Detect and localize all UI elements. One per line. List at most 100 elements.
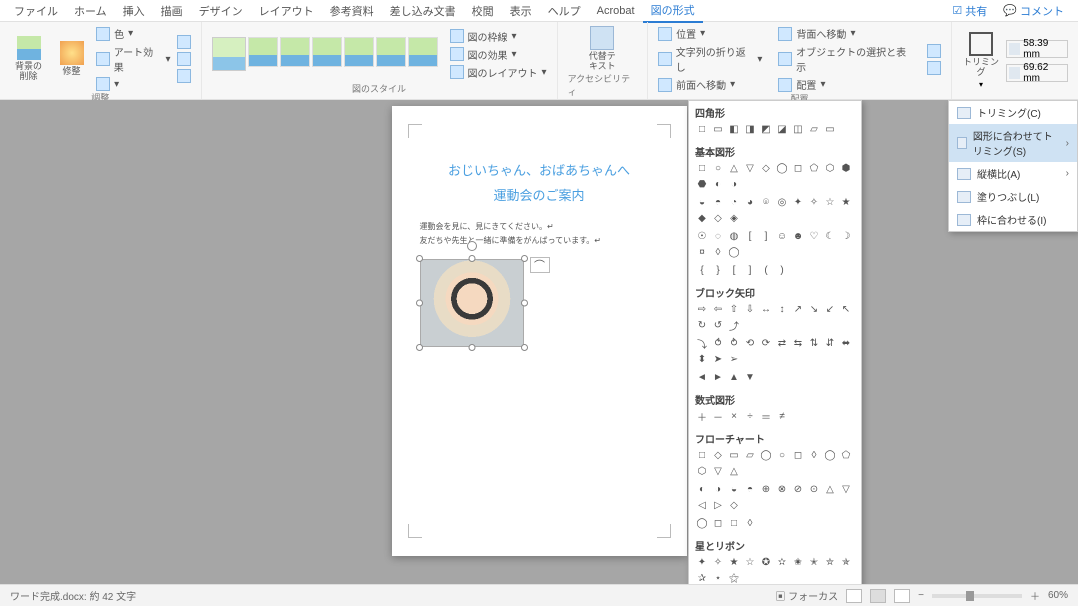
view-read[interactable] bbox=[846, 589, 862, 603]
shape-option[interactable]: ▱ bbox=[807, 122, 821, 136]
shape-option[interactable]: □ bbox=[727, 516, 741, 530]
shape-option[interactable]: ⇅ bbox=[807, 336, 821, 350]
corrections-button[interactable]: 修整 bbox=[53, 41, 90, 77]
shape-option[interactable]: ◻ bbox=[791, 448, 805, 462]
tab-file[interactable]: ファイル bbox=[6, 0, 66, 22]
group-icon[interactable] bbox=[927, 44, 941, 58]
shape-option[interactable]: ☆ bbox=[823, 195, 837, 209]
shape-option[interactable]: ◐ bbox=[711, 177, 725, 191]
shape-option[interactable]: ✦ bbox=[695, 555, 709, 569]
style-gallery[interactable] bbox=[212, 37, 438, 71]
shape-option[interactable]: ⇨ bbox=[695, 302, 709, 316]
shape-option[interactable]: ▭ bbox=[711, 122, 725, 136]
position-button[interactable]: 位置 ▾ bbox=[658, 26, 762, 41]
shape-option[interactable]: ▱ bbox=[743, 448, 757, 462]
shape-option[interactable]: □ bbox=[695, 161, 709, 175]
shape-option[interactable]: [ bbox=[743, 229, 757, 243]
shape-option[interactable]: ◇ bbox=[711, 448, 725, 462]
shape-option[interactable]: ◓ bbox=[743, 482, 757, 496]
shape-option[interactable]: ✭ bbox=[807, 555, 821, 569]
shape-option[interactable]: ◑ bbox=[727, 177, 741, 191]
shape-option[interactable]: ◕ bbox=[743, 195, 757, 209]
shape-option[interactable]: ≠ bbox=[775, 409, 789, 423]
shape-option[interactable]: ⬡ bbox=[823, 161, 837, 175]
shape-option[interactable]: ◒ bbox=[727, 482, 741, 496]
shape-option[interactable]: ➤ bbox=[711, 352, 725, 366]
shape-option[interactable]: ◧ bbox=[727, 122, 741, 136]
picture-border-button[interactable]: 図の枠線 ▾ bbox=[450, 29, 547, 44]
shape-option[interactable]: ↗ bbox=[791, 302, 805, 316]
picture-effects-button[interactable]: 図の効果 ▾ bbox=[450, 47, 547, 62]
shape-option[interactable]: ] bbox=[743, 263, 757, 277]
shape-option[interactable]: ⊕ bbox=[759, 482, 773, 496]
shape-option[interactable]: ♡ bbox=[807, 229, 821, 243]
shape-option[interactable]: ↖ bbox=[839, 302, 853, 316]
reset-icon[interactable] bbox=[177, 69, 191, 83]
shape-option[interactable]: ○ bbox=[775, 448, 789, 462]
shape-option[interactable]: ⬢ bbox=[839, 161, 853, 175]
shape-option[interactable]: } bbox=[711, 263, 725, 277]
shape-option[interactable]: ⥁ bbox=[727, 336, 741, 350]
shape-option[interactable]: ⇆ bbox=[791, 336, 805, 350]
width-input[interactable]: 69.62 mm bbox=[1006, 64, 1068, 82]
shape-option[interactable]: ⇄ bbox=[775, 336, 789, 350]
shape-option[interactable]: ⤴ bbox=[727, 318, 741, 332]
shape-option[interactable]: ▭ bbox=[823, 122, 837, 136]
shape-option[interactable]: ⬡ bbox=[695, 464, 709, 478]
style-thumb[interactable] bbox=[248, 37, 278, 67]
resize-handle[interactable] bbox=[521, 344, 528, 351]
resize-handle[interactable] bbox=[468, 344, 475, 351]
shape-option[interactable]: ☽ bbox=[839, 229, 853, 243]
shape-option[interactable]: ⬣ bbox=[695, 177, 709, 191]
shape-option[interactable]: ＝ bbox=[759, 409, 773, 423]
resize-handle[interactable] bbox=[416, 299, 423, 306]
shape-option[interactable]: ▽ bbox=[711, 464, 725, 478]
shape-option[interactable]: ↻ bbox=[695, 318, 709, 332]
shape-option[interactable]: ★ bbox=[727, 555, 741, 569]
remove-background-button[interactable]: 背景の 削除 bbox=[10, 36, 47, 82]
rotate-handle[interactable] bbox=[467, 241, 477, 251]
send-backward-button[interactable]: 背面へ移動 ▾ bbox=[778, 26, 913, 41]
shape-option[interactable]: ✮ bbox=[823, 555, 837, 569]
zoom-slider[interactable] bbox=[932, 594, 1022, 598]
shape-option[interactable]: ◇ bbox=[727, 498, 741, 512]
shape-option[interactable]: ( bbox=[759, 263, 773, 277]
shape-option[interactable]: ⬠ bbox=[839, 448, 853, 462]
view-web[interactable] bbox=[894, 589, 910, 603]
shape-option[interactable]: ◐ bbox=[695, 482, 709, 496]
shape-option[interactable]: ► bbox=[711, 370, 725, 384]
align-button[interactable]: 配置 ▾ bbox=[778, 77, 913, 92]
style-thumb[interactable] bbox=[312, 37, 342, 67]
shape-option[interactable]: ◻ bbox=[711, 516, 725, 530]
zoom-in[interactable]: ＋ bbox=[1030, 588, 1040, 603]
zoom-out[interactable]: − bbox=[918, 590, 924, 601]
selected-image[interactable]: ⌒ bbox=[420, 259, 524, 347]
shape-option[interactable]: ▲ bbox=[727, 370, 741, 384]
tab-acrobat[interactable]: Acrobat bbox=[589, 2, 643, 20]
layout-options-icon[interactable]: ⌒ bbox=[530, 257, 550, 273]
shape-option[interactable]: ⤵ bbox=[695, 336, 709, 350]
tab-insert[interactable]: 挿入 bbox=[115, 0, 153, 22]
shape-option[interactable]: ☺ bbox=[775, 229, 789, 243]
shape-option[interactable]: { bbox=[695, 263, 709, 277]
shape-option[interactable]: ⇩ bbox=[743, 302, 757, 316]
crop-menu-item[interactable]: 図形に合わせてトリミング(S)› bbox=[949, 124, 1077, 162]
shape-option[interactable]: ◓ bbox=[711, 195, 725, 209]
shape-option[interactable]: ◇ bbox=[759, 161, 773, 175]
shape-option[interactable]: ⇧ bbox=[727, 302, 741, 316]
change-icon[interactable] bbox=[177, 52, 191, 66]
shape-option[interactable]: ◈ bbox=[727, 211, 741, 225]
bring-forward-button[interactable]: 前面へ移動 ▾ bbox=[658, 77, 762, 92]
shape-option[interactable]: ★ bbox=[839, 195, 853, 209]
shape-option[interactable]: ◪ bbox=[775, 122, 789, 136]
share-button[interactable]: ☑ 共有 bbox=[944, 3, 995, 19]
shape-option[interactable]: ◌ bbox=[711, 229, 725, 243]
tab-view[interactable]: 表示 bbox=[502, 0, 540, 22]
shape-option[interactable]: ◇ bbox=[711, 211, 725, 225]
shape-option[interactable]: □ bbox=[695, 122, 709, 136]
shape-option[interactable]: ☻ bbox=[791, 229, 805, 243]
tab-design[interactable]: デザイン bbox=[191, 0, 251, 22]
style-thumb[interactable] bbox=[280, 37, 310, 67]
shape-option[interactable]: ☉ bbox=[695, 229, 709, 243]
shape-option[interactable]: ⚝ bbox=[727, 571, 741, 584]
